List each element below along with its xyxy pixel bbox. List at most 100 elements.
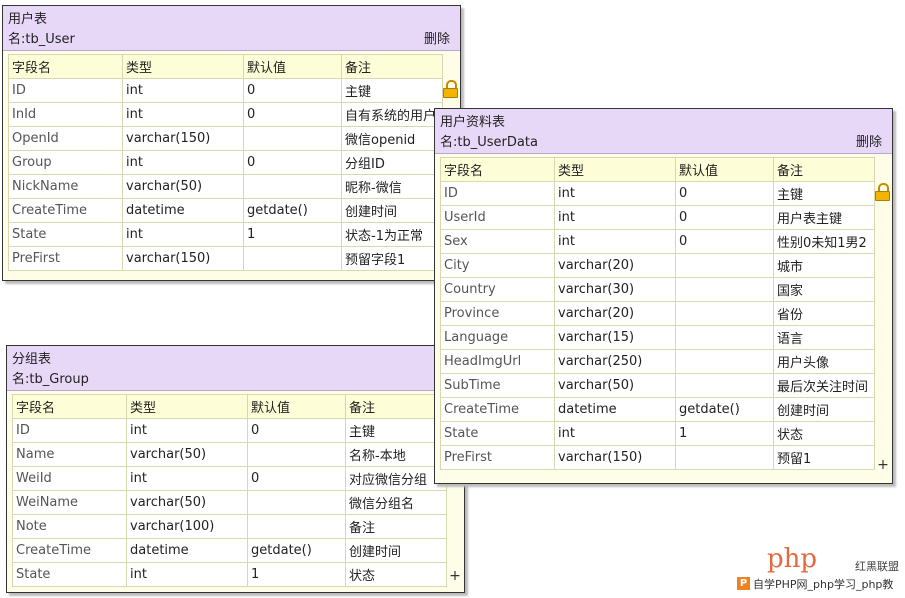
default-cell[interactable] [675, 349, 774, 374]
type-cell[interactable]: varchar(50) [126, 442, 248, 467]
table-row[interactable]: State int 1 状态 [440, 421, 875, 446]
field-name-cell[interactable]: ID [12, 418, 127, 443]
plus-icon[interactable]: + [447, 568, 463, 584]
table-row[interactable]: WeiId int 0 对应微信分组 [12, 466, 447, 491]
type-cell[interactable]: int [122, 222, 244, 247]
note-cell[interactable]: 对应微信分组 [345, 466, 447, 491]
default-cell[interactable] [675, 325, 774, 350]
default-cell[interactable]: 0 [243, 78, 342, 103]
default-cell[interactable]: 0 [675, 229, 774, 254]
table-row[interactable]: HeadImgUrl varchar(250) 用户头像 [440, 349, 875, 374]
note-cell[interactable]: 最后次关注时间 [773, 373, 875, 398]
type-cell[interactable]: datetime [126, 538, 248, 563]
table-row[interactable]: Group int 0 分组ID [8, 150, 443, 175]
note-cell[interactable]: 性别0未知1男2 [773, 229, 875, 254]
userdata-table-panel[interactable]: 用户资料表 名:tb_UserData 删除 字段名 类型 默认值 备注 ID int 0 主… [434, 108, 893, 484]
default-cell[interactable]: getdate() [675, 397, 774, 422]
type-cell[interactable]: int [122, 150, 244, 175]
type-cell[interactable]: varchar(30) [554, 277, 676, 302]
note-cell[interactable]: 用户表主键 [773, 205, 875, 230]
note-cell[interactable]: 主键 [773, 181, 875, 206]
note-cell[interactable]: 主键 [345, 418, 447, 443]
type-cell[interactable]: varchar(50) [554, 373, 676, 398]
table-row[interactable]: State int 1 状态-1为正常 [8, 222, 443, 247]
default-cell[interactable] [247, 490, 346, 515]
field-name-cell[interactable]: CreateTime [8, 198, 123, 223]
field-name-cell[interactable]: OpenId [8, 126, 123, 151]
type-cell[interactable]: int [554, 421, 676, 446]
field-name-cell[interactable]: State [8, 222, 123, 247]
field-name-cell[interactable]: Sex [440, 229, 555, 254]
default-cell[interactable]: 0 [247, 418, 346, 443]
table-row[interactable]: Province varchar(20) 省份 [440, 301, 875, 326]
default-cell[interactable] [247, 442, 346, 467]
table-row[interactable]: Sex int 0 性别0未知1男2 [440, 229, 875, 254]
type-cell[interactable]: varchar(50) [122, 174, 244, 199]
plus-icon[interactable]: + [875, 457, 891, 473]
note-cell[interactable]: 备注 [345, 514, 447, 539]
type-cell[interactable]: int [122, 78, 244, 103]
field-name-cell[interactable]: State [440, 421, 555, 446]
field-name-cell[interactable]: Name [12, 442, 127, 467]
table-row[interactable]: ID int 0 主键 [440, 181, 875, 206]
note-cell[interactable]: 创建时间 [341, 198, 443, 223]
type-cell[interactable]: varchar(150) [554, 445, 676, 470]
field-name-cell[interactable]: Country [440, 277, 555, 302]
note-cell[interactable]: 微信分组名 [345, 490, 447, 515]
default-cell[interactable]: getdate() [247, 538, 346, 563]
table-row[interactable]: WeiName varchar(50) 微信分组名 [12, 490, 447, 515]
type-cell[interactable]: varchar(150) [122, 246, 244, 271]
note-cell[interactable]: 微信openid [341, 126, 443, 151]
type-cell[interactable]: int [126, 466, 248, 491]
default-cell[interactable]: 0 [675, 181, 774, 206]
default-cell[interactable] [675, 301, 774, 326]
default-cell[interactable]: 1 [243, 222, 342, 247]
field-name-cell[interactable]: CreateTime [12, 538, 127, 563]
table-row[interactable]: Country varchar(30) 国家 [440, 277, 875, 302]
field-name-cell[interactable]: WeiId [12, 466, 127, 491]
type-cell[interactable]: datetime [122, 198, 244, 223]
field-name-cell[interactable]: Group [8, 150, 123, 175]
field-name-cell[interactable]: CreateTime [440, 397, 555, 422]
default-cell[interactable] [243, 246, 342, 271]
default-cell[interactable] [675, 253, 774, 278]
default-cell[interactable]: 1 [675, 421, 774, 446]
type-cell[interactable]: int [126, 562, 248, 587]
field-name-cell[interactable]: Language [440, 325, 555, 350]
field-name-cell[interactable]: City [440, 253, 555, 278]
note-cell[interactable]: 名称-本地 [345, 442, 447, 467]
type-cell[interactable]: varchar(50) [126, 490, 248, 515]
table-row[interactable]: CreateTime datetime getdate() 创建时间 [440, 397, 875, 422]
note-cell[interactable]: 城市 [773, 253, 875, 278]
table-row[interactable]: ID int 0 主键 [12, 418, 447, 443]
note-cell[interactable]: 用户头像 [773, 349, 875, 374]
note-cell[interactable]: 状态 [773, 421, 875, 446]
default-cell[interactable]: 0 [675, 205, 774, 230]
note-cell[interactable]: 创建时间 [345, 538, 447, 563]
default-cell[interactable] [247, 514, 346, 539]
note-cell[interactable]: 预留字段1 [341, 246, 443, 271]
type-cell[interactable]: int [554, 229, 676, 254]
table-row[interactable]: OpenId varchar(150) 微信openid [8, 126, 443, 151]
field-name-cell[interactable]: ID [440, 181, 555, 206]
table-row[interactable]: PreFirst varchar(150) 预留字段1 [8, 246, 443, 271]
default-cell[interactable]: 0 [243, 150, 342, 175]
group-table-panel[interactable]: 分组表 名:tb_Group 删 字段名类型默认值备注IDint0主键Namev… [6, 345, 465, 593]
default-cell[interactable]: getdate() [243, 198, 342, 223]
field-name-cell[interactable]: Province [440, 301, 555, 326]
table-row[interactable]: NickName varchar(50) 昵称-微信 [8, 174, 443, 199]
field-name-cell[interactable]: WeiName [12, 490, 127, 515]
field-name-cell[interactable]: ID [8, 78, 123, 103]
table-row[interactable]: InId int 0 自有系统的用户 [8, 102, 443, 127]
type-cell[interactable]: varchar(20) [554, 253, 676, 278]
field-name-cell[interactable]: State [12, 562, 127, 587]
table-row[interactable]: CreateTime datetime getdate() 创建时间 [8, 198, 443, 223]
field-name-cell[interactable]: InId [8, 102, 123, 127]
table-row[interactable]: UserId int 0 用户表主键 [440, 205, 875, 230]
delete-button[interactable]: 删除 [856, 131, 882, 150]
type-cell[interactable]: int [554, 181, 676, 206]
type-cell[interactable]: int [554, 205, 676, 230]
default-cell[interactable]: 1 [247, 562, 346, 587]
note-cell[interactable]: 创建时间 [773, 397, 875, 422]
note-cell[interactable]: 昵称-微信 [341, 174, 443, 199]
